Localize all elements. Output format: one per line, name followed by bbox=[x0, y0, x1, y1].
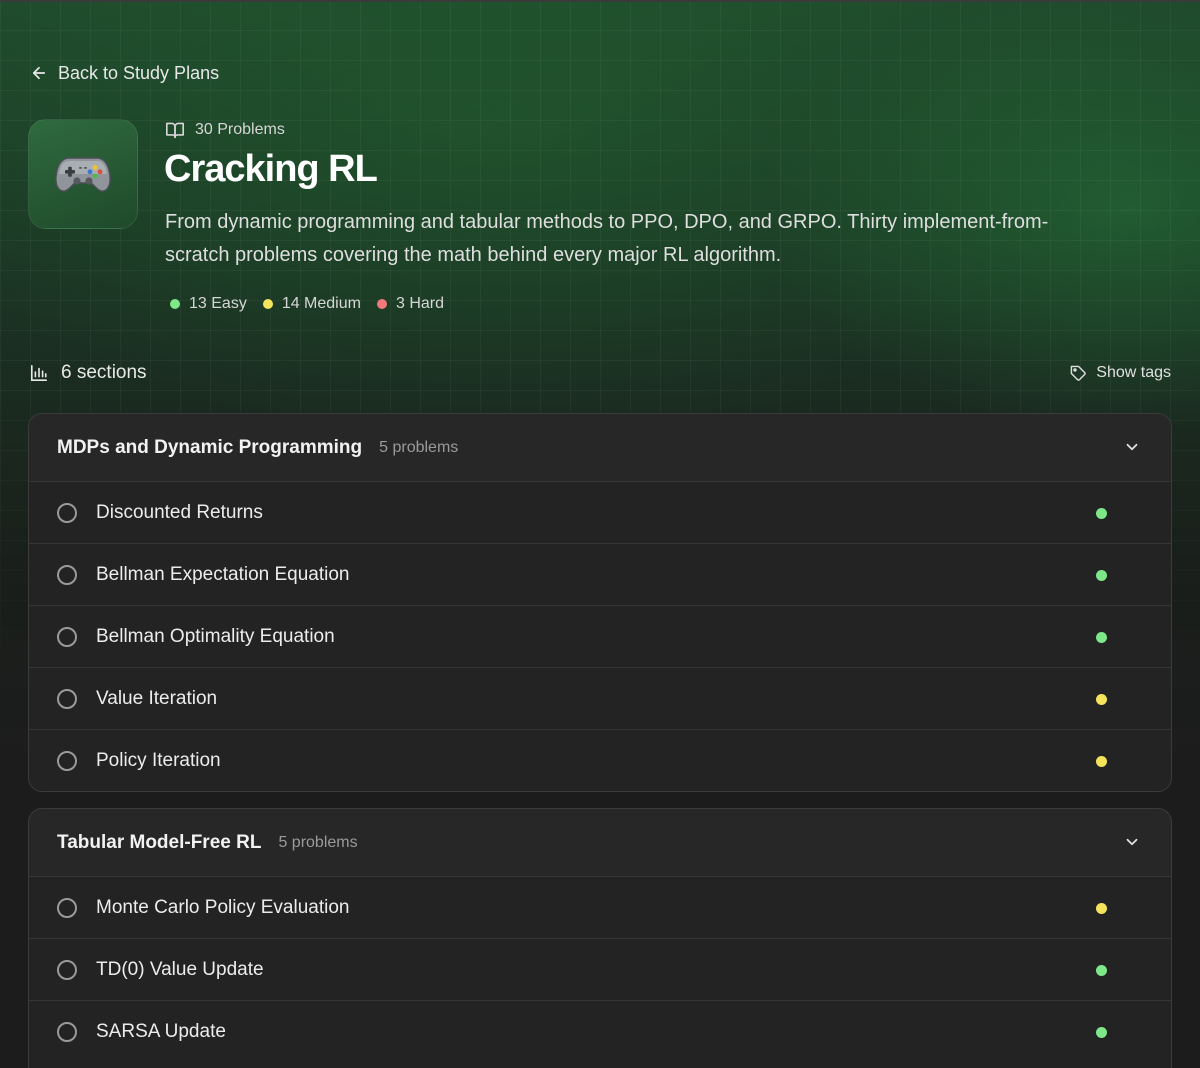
medium-dot bbox=[262, 299, 273, 309]
sections-count-label: 6 sections bbox=[61, 362, 147, 383]
difficulty-dot bbox=[1096, 508, 1107, 519]
difficulty-dot bbox=[1096, 1027, 1107, 1038]
plan-icon-tile bbox=[28, 119, 138, 229]
hard-count-label: 3 Hard bbox=[395, 295, 444, 312]
problem-row[interactable]: Bellman Expectation Equation bbox=[29, 543, 1171, 605]
difficulty-dot bbox=[1096, 903, 1107, 914]
problem-row[interactable]: TD(0) Value Update bbox=[29, 938, 1171, 1000]
medium-count: 14 Medium bbox=[262, 295, 361, 313]
problem-name: Policy Iteration bbox=[96, 749, 221, 771]
problem-row[interactable]: Discounted Returns bbox=[29, 481, 1171, 543]
problem-row[interactable]: Bellman Optimality Equation bbox=[29, 605, 1171, 667]
sections-count: 6 sections bbox=[30, 360, 147, 386]
difficulty-dot bbox=[1096, 632, 1107, 643]
status-circle-icon[interactable] bbox=[57, 626, 77, 647]
problem-name: Bellman Expectation Equation bbox=[96, 563, 350, 585]
problem-name: TD(0) Value Update bbox=[96, 958, 264, 980]
section-problem-count: 5 problems bbox=[278, 833, 358, 851]
section-header[interactable]: Tabular Model-Free RL 5 problems bbox=[29, 809, 1171, 876]
problem-name: Bellman Optimality Equation bbox=[96, 625, 335, 647]
problem-name: Value Iteration bbox=[96, 687, 218, 709]
status-circle-icon[interactable] bbox=[57, 750, 77, 771]
status-circle-icon[interactable] bbox=[57, 959, 77, 980]
back-link-label: Back to Study Plans bbox=[58, 62, 220, 83]
section-problem-count: 5 problems bbox=[379, 438, 459, 456]
section-card: Tabular Model-Free RL 5 problems Monte C… bbox=[28, 808, 1172, 1068]
difficulty-dot bbox=[1096, 965, 1107, 976]
section-header[interactable]: MDPs and Dynamic Programming 5 problems bbox=[29, 414, 1171, 481]
show-tags-toggle[interactable]: Show tags bbox=[1070, 361, 1171, 385]
status-circle-icon[interactable] bbox=[57, 564, 77, 585]
section-card: MDPs and Dynamic Programming 5 problems … bbox=[28, 413, 1172, 792]
difficulty-dot bbox=[1096, 694, 1107, 705]
problem-name: Monte Carlo Policy Evaluation bbox=[96, 896, 350, 918]
chevron-down-icon[interactable] bbox=[1123, 438, 1141, 456]
section-title: Tabular Model-Free RL bbox=[57, 831, 262, 853]
bar-chart-icon bbox=[30, 364, 48, 382]
show-tags-label: Show tags bbox=[1096, 364, 1171, 381]
easy-count-label: 13 Easy bbox=[189, 295, 247, 312]
difficulty-dot bbox=[1096, 570, 1107, 581]
hard-dot bbox=[376, 299, 387, 309]
plan-description: From dynamic programming and tabular met… bbox=[165, 211, 1049, 266]
difficulty-summary: 13 Easy 14 Medium 3 Hard bbox=[170, 292, 444, 316]
tag-icon bbox=[1070, 365, 1086, 381]
problem-name: SARSA Update bbox=[96, 1020, 226, 1042]
section-title: MDPs and Dynamic Programming bbox=[57, 436, 363, 458]
easy-dot bbox=[170, 299, 180, 309]
status-circle-icon[interactable] bbox=[57, 897, 77, 918]
arrow-left-icon bbox=[32, 66, 46, 80]
status-circle-icon[interactable] bbox=[57, 1021, 77, 1042]
status-circle-icon[interactable] bbox=[57, 502, 77, 523]
open-book-icon bbox=[166, 122, 184, 139]
back-to-study-plans-link[interactable]: Back to Study Plans bbox=[30, 60, 219, 86]
problem-name: Discounted Returns bbox=[96, 501, 263, 523]
difficulty-dot bbox=[1096, 756, 1107, 767]
problem-row[interactable]: Value Iteration bbox=[29, 667, 1171, 729]
problem-count-label: 30 Problems bbox=[195, 121, 285, 138]
status-circle-icon[interactable] bbox=[57, 688, 77, 709]
medium-count-label: 14 Medium bbox=[281, 295, 361, 312]
problem-count: 30 Problems bbox=[165, 119, 285, 141]
easy-count: 13 Easy bbox=[170, 295, 247, 313]
problem-row[interactable]: Monte Carlo Policy Evaluation bbox=[29, 876, 1171, 938]
top-border bbox=[0, 0, 1200, 2]
page-title: Cracking RL bbox=[164, 148, 378, 190]
hard-count: 3 Hard bbox=[376, 295, 444, 313]
chevron-down-icon[interactable] bbox=[1123, 833, 1141, 851]
problem-row[interactable]: Policy Iteration bbox=[29, 729, 1171, 791]
game-controller-icon bbox=[55, 157, 111, 192]
problem-row[interactable]: SARSA Update bbox=[29, 1000, 1171, 1062]
